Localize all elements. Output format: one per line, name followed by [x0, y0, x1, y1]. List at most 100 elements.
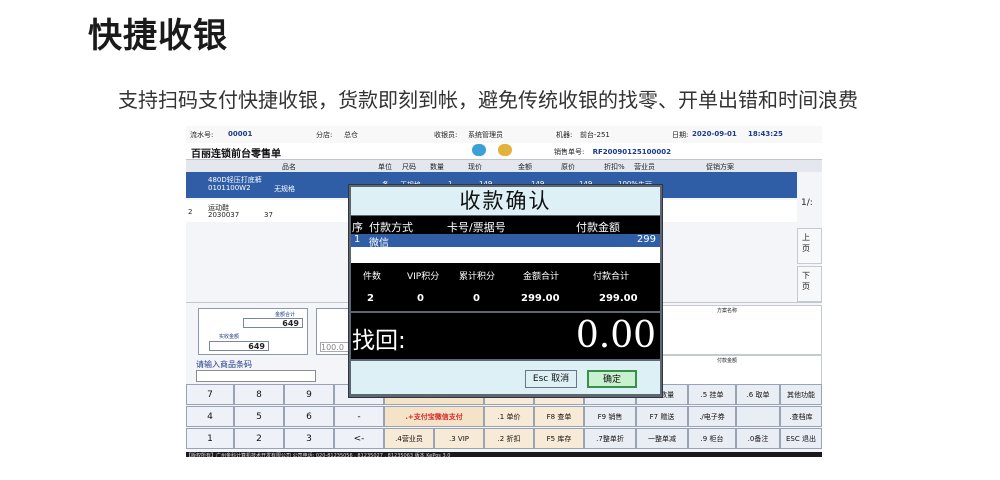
header-method: 付款方式	[369, 221, 413, 234]
key-2[interactable]: 2	[234, 428, 284, 449]
page-down-button[interactable]: 下页	[797, 266, 822, 302]
dialog-title: 收款确认	[351, 187, 660, 215]
item-sku: 2030037	[208, 211, 240, 219]
cashier-label: 收银员:	[434, 131, 458, 139]
key-query-order[interactable]: F8 查单	[534, 406, 584, 427]
diamond-icon[interactable]	[472, 144, 486, 156]
key-order-discount[interactable]: .7整单折	[584, 428, 636, 449]
item-spec: 37	[264, 211, 273, 219]
cancel-button[interactable]: Esc 取消	[525, 370, 577, 388]
store-bar: 百丽连锁前台零售单 销售单号: RF20090125100002	[186, 143, 822, 160]
cashier-value: 系统管理员	[468, 131, 503, 139]
col-discount: 折扣%	[604, 163, 625, 171]
serial-value: 00001	[228, 130, 253, 138]
key-order-reduce[interactable]: 一整单减	[636, 428, 688, 449]
stat-value-paid: 299.00	[599, 293, 638, 304]
key-recall[interactable]: .6 取单	[736, 384, 780, 405]
totals-box: 金额合计 649 实收金额 649	[198, 308, 308, 355]
page-title: 快捷收银	[88, 16, 228, 56]
change-value: 0.00	[575, 315, 656, 356]
key-6[interactable]: 6	[284, 406, 334, 427]
promo-label: 方案名称	[717, 308, 738, 314]
key-exit[interactable]: ESC 退出	[780, 428, 822, 449]
col-promo: 促销方案	[706, 163, 734, 171]
secondary-value: 100.0	[320, 342, 350, 352]
stat-value-points: 0	[473, 293, 480, 304]
stat-label-points: 累计积分	[459, 272, 496, 282]
bell-icon[interactable]	[498, 144, 512, 156]
col-clerk: 营业员	[634, 163, 655, 171]
col-unit: 单位	[378, 163, 392, 171]
received-label: 实收金额	[219, 334, 240, 340]
payment-row[interactable]: 1 微信 299	[351, 234, 660, 249]
key-remark[interactable]: .0备注	[736, 428, 780, 449]
key-3[interactable]: 3	[284, 428, 334, 449]
col-size: 尺码	[402, 163, 416, 171]
col-name: 品名	[282, 163, 296, 171]
key-1[interactable]: 1	[186, 428, 234, 449]
secondary-box: 100.0	[316, 308, 350, 355]
info-bar: 流水号: 00001 分店: 总仓 收银员: 系统管理员 机器: 前台-251 …	[186, 126, 822, 144]
header-idx: 序	[352, 221, 363, 234]
store-name: 百丽连锁前台零售单	[191, 149, 281, 160]
key-ecoupon[interactable]: ./电子券	[688, 406, 736, 427]
key-backspace[interactable]: <-	[334, 428, 384, 449]
status-bar: 【版权所有】广州金科计算机技术开发有限公司 公司电话: 020-81235056…	[186, 452, 822, 457]
dialog-footer: Esc 取消 确定	[351, 361, 660, 394]
key-5[interactable]: 5	[234, 406, 284, 427]
pay-label: 付款金额	[717, 358, 738, 364]
barcode-label: 请输入商品条码	[196, 360, 252, 369]
received-value: 649	[209, 341, 269, 351]
key-7[interactable]: 7	[186, 384, 234, 405]
col-qty: 数量	[430, 163, 444, 171]
key-stock[interactable]: F5 库存	[534, 428, 584, 449]
payment-idx: 1	[354, 234, 361, 245]
key-hold[interactable]: .5 挂单	[688, 384, 736, 405]
page-up-button[interactable]: 上页	[797, 228, 822, 264]
machine-value: 前台-251	[580, 131, 610, 139]
serial-label: 流水号:	[190, 131, 214, 139]
key-minus[interactable]: -	[334, 406, 384, 427]
key-sales[interactable]: F9 销售	[584, 406, 636, 427]
date-value: 2020-09-01	[692, 130, 737, 138]
key-unit-price[interactable]: .1 单价	[484, 406, 534, 427]
date-label: 日期:	[672, 131, 689, 139]
key-gift[interactable]: F7 赠送	[636, 406, 688, 427]
page-panel: 1/: 上页 下页	[797, 172, 822, 308]
sum-label: 金额合计	[275, 312, 296, 318]
payment-stats: 件数 VIP积分 累计积分 金额合计 付款合计 2 0 0 299.00 299…	[351, 263, 660, 311]
header-amount: 付款金额	[576, 221, 620, 234]
item-spec: 无规格	[274, 185, 295, 193]
key-4[interactable]: 4	[186, 406, 234, 427]
key-8[interactable]: 8	[234, 384, 284, 405]
barcode-input[interactable]	[196, 370, 316, 382]
row-index: 2	[188, 208, 193, 216]
stat-value-vip: 0	[417, 293, 424, 304]
table-header: 品名 单位 尺码 数量 现价 金额 原价 折扣% 营业员 促销方案	[186, 159, 822, 173]
sum-value: 649	[243, 318, 303, 328]
item-sku: 0101100W2	[208, 184, 251, 192]
alipay-wechat-button[interactable]: .+支付宝微信支付	[384, 406, 484, 427]
payment-table-header: 序 付款方式 卡号/票据号 付款金额	[351, 216, 660, 234]
order-number: 销售单号: RF20090125100002	[554, 148, 671, 156]
key-clerk[interactable]: .4营业员	[384, 428, 434, 449]
key-counter[interactable]: .9 柜台	[688, 428, 736, 449]
key-archive[interactable]: .查档库	[780, 406, 822, 427]
stat-label-vip: VIP积分	[407, 272, 440, 282]
key-other[interactable]: 其他功能	[780, 384, 822, 405]
key-vip[interactable]: .3 VIP	[434, 428, 484, 449]
key-9[interactable]: 9	[284, 384, 334, 405]
payment-amount: 299	[636, 234, 656, 245]
page-indicator: 1/:	[801, 198, 813, 208]
stat-label-paid: 付款合计	[593, 272, 630, 282]
payment-confirm-dialog: 收款确认 序 付款方式 卡号/票据号 付款金额 1 微信 299 件数 VIP积…	[348, 184, 663, 398]
col-orig: 原价	[561, 163, 575, 171]
confirm-button[interactable]: 确定	[587, 370, 637, 388]
promo-box: 方案名称	[660, 305, 822, 355]
page-subtitle: 支持扫码支付快捷收银，货款即刻到帐，避免传统收银的找零、开单出错和时间浪费	[118, 88, 858, 112]
key-discount[interactable]: .2 折扣	[484, 428, 534, 449]
branch-value: 总仓	[344, 131, 358, 139]
key-blank[interactable]	[736, 406, 780, 427]
change-row: 找回: 0.00	[351, 313, 660, 359]
header-card: 卡号/票据号	[447, 221, 506, 234]
